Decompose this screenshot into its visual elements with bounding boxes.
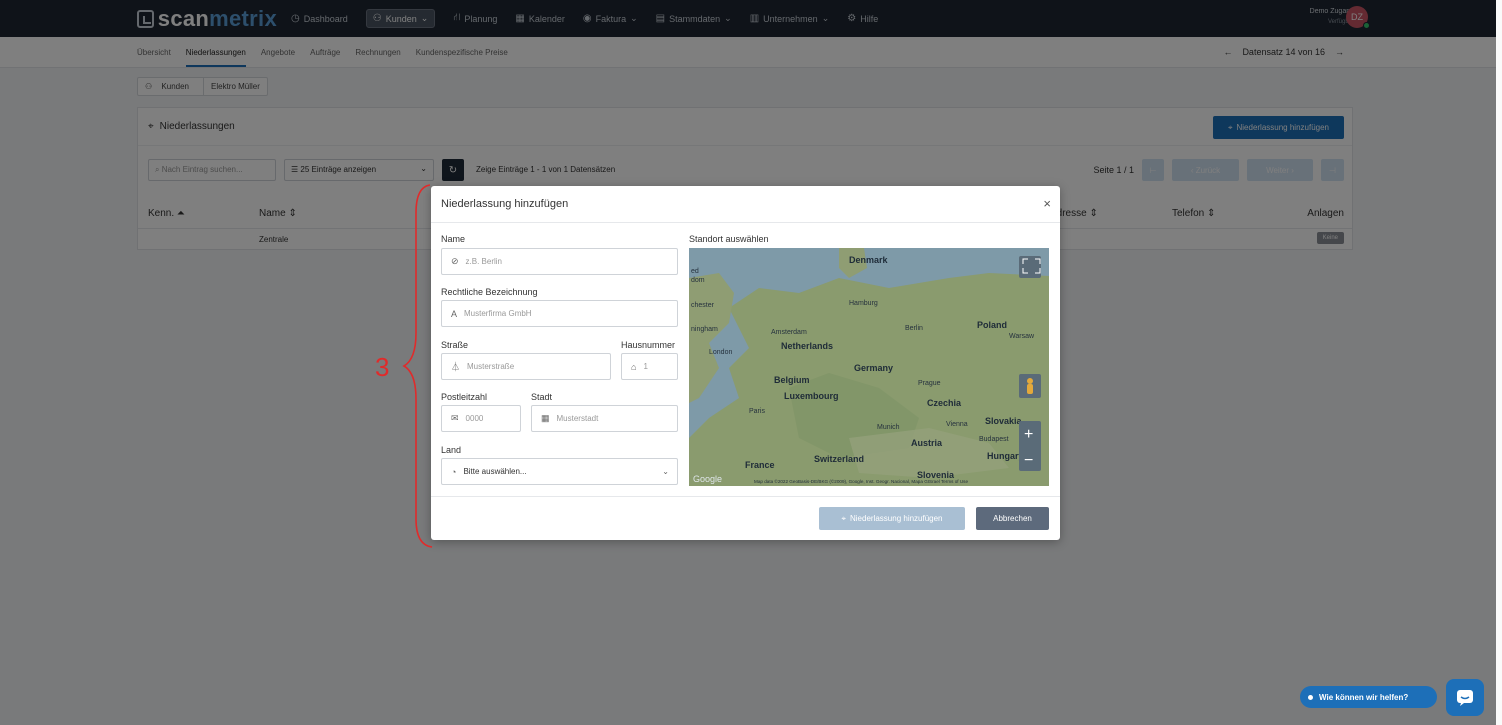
- name-placeholder: z.B. Berlin: [465, 257, 503, 266]
- street-field[interactable]: ⏃ Musterstraße: [441, 353, 611, 380]
- location-map[interactable]: Denmark Poland Netherlands Germany Belgi…: [689, 248, 1049, 486]
- legal-name-placeholder: Musterfirma GmbH: [464, 309, 532, 318]
- city-icon: ▦: [541, 413, 550, 423]
- tag-icon: ⊘: [451, 256, 459, 266]
- map-label-city: Hamburg: [849, 300, 878, 307]
- close-icon[interactable]: ×: [1043, 196, 1051, 211]
- map-canvas: Denmark Poland Netherlands Germany Belgi…: [689, 248, 1049, 486]
- map-label: Standort auswählen: [689, 234, 769, 244]
- name-field[interactable]: ⊘ z.B. Berlin: [441, 248, 678, 275]
- house-number-field[interactable]: ⌂ 1: [621, 353, 678, 380]
- zip-field[interactable]: ✉ 0000: [441, 405, 521, 432]
- zip-placeholder: 0000: [465, 414, 484, 423]
- help-dot-icon: [1308, 694, 1313, 700]
- location-pin-icon: ⌖: [841, 513, 846, 523]
- map-label-edge: dom: [691, 277, 705, 284]
- country-select[interactable]: ◔ Bitte auswählen... ⌄: [441, 458, 678, 485]
- submit-branch-button[interactable]: ⌖ Niederlassung hinzufügen: [819, 507, 965, 530]
- map-label-edge: ningham: [691, 326, 718, 333]
- chat-button[interactable]: [1446, 679, 1484, 716]
- mail-icon: ✉: [451, 413, 459, 423]
- chevron-down-icon: ⌄: [662, 467, 669, 476]
- map-label-country: Poland: [977, 320, 1007, 330]
- annotation-number: 3: [375, 352, 390, 382]
- house-number-label: Hausnummer: [621, 340, 676, 350]
- map-label-country: France: [745, 460, 775, 470]
- dialog-header: Niederlassung hinzufügen: [431, 186, 1060, 223]
- road-icon: ⏃: [451, 362, 461, 372]
- map-label-city: Munich: [877, 424, 900, 431]
- map-label-city: Vienna: [946, 421, 968, 428]
- map-label-country: Slovakia: [985, 416, 1023, 426]
- country-label: Land: [441, 445, 462, 455]
- globe-icon: ◔: [451, 466, 457, 477]
- map-label-country: Czechia: [927, 398, 962, 408]
- map-label-city: Amsterdam: [771, 329, 807, 336]
- city-label: Stadt: [531, 392, 553, 402]
- map-label-edge: chester: [691, 302, 715, 309]
- map-label-city: Prague: [918, 380, 941, 387]
- map-label-city: London: [709, 349, 732, 356]
- pegman-body: [1027, 384, 1033, 394]
- city-placeholder: Musterstadt: [556, 414, 599, 423]
- map-label-city: Berlin: [905, 325, 923, 332]
- pegman-head: [1027, 378, 1033, 384]
- map-label-city: Paris: [749, 408, 765, 415]
- street-placeholder: Musterstraße: [467, 362, 515, 371]
- map-label-country: Hungary: [987, 451, 1024, 461]
- dialog-title: Niederlassung hinzufügen: [441, 198, 569, 210]
- country-value: Bitte auswählen...: [463, 467, 527, 476]
- legal-name-field[interactable]: A Musterfirma GmbH: [441, 300, 678, 327]
- name-label: Name: [441, 234, 466, 244]
- help-chat-prompt[interactable]: Wie können wir helfen?: [1300, 686, 1437, 708]
- city-field[interactable]: ▦ Musterstadt: [531, 405, 678, 432]
- street-label: Straße: [441, 340, 469, 350]
- google-logo: Google: [693, 474, 722, 484]
- map-label-country: Austria: [911, 438, 943, 448]
- house-number-placeholder: 1: [643, 362, 648, 371]
- home-icon: ⌂: [631, 361, 637, 372]
- text-icon: A: [451, 308, 458, 319]
- dialog-footer: ⌖ Niederlassung hinzufügen Abbrechen: [431, 496, 1060, 540]
- window-edge: [1496, 0, 1502, 725]
- map-label-country: Luxembourg: [784, 391, 839, 401]
- map-label-edge: ed: [691, 268, 699, 275]
- legal-name-label: Rechtliche Bezeichnung: [441, 287, 538, 297]
- annotation-brace: [402, 184, 433, 548]
- map-label-country: Germany: [854, 363, 893, 373]
- help-label: Wie können wir helfen?: [1319, 692, 1409, 702]
- annotation-brace-path: [402, 184, 433, 548]
- map-attribution: Map data ©2022 GeoBasis-DE/BKG (©2009), …: [754, 478, 968, 484]
- chat-icon: [1457, 689, 1473, 706]
- map-label-country: Denmark: [849, 255, 889, 265]
- add-branch-dialog: Niederlassung hinzufügen × Name ⊘ z.B. Be…: [431, 186, 1060, 540]
- submit-branch-label: Niederlassung hinzufügen: [850, 514, 943, 523]
- map-label-country: Switzerland: [814, 454, 864, 464]
- map-label-country: Netherlands: [781, 341, 833, 351]
- map-label-city: Budapest: [979, 436, 1009, 443]
- map-label-city: Warsaw: [1009, 333, 1035, 340]
- cancel-button[interactable]: Abbrechen: [976, 507, 1049, 530]
- zip-label: Postleitzahl: [441, 392, 488, 402]
- map-label-country: Belgium: [774, 375, 810, 385]
- zoom-in-icon[interactable]: +: [1024, 426, 1033, 443]
- zoom-out-icon[interactable]: −: [1024, 452, 1033, 469]
